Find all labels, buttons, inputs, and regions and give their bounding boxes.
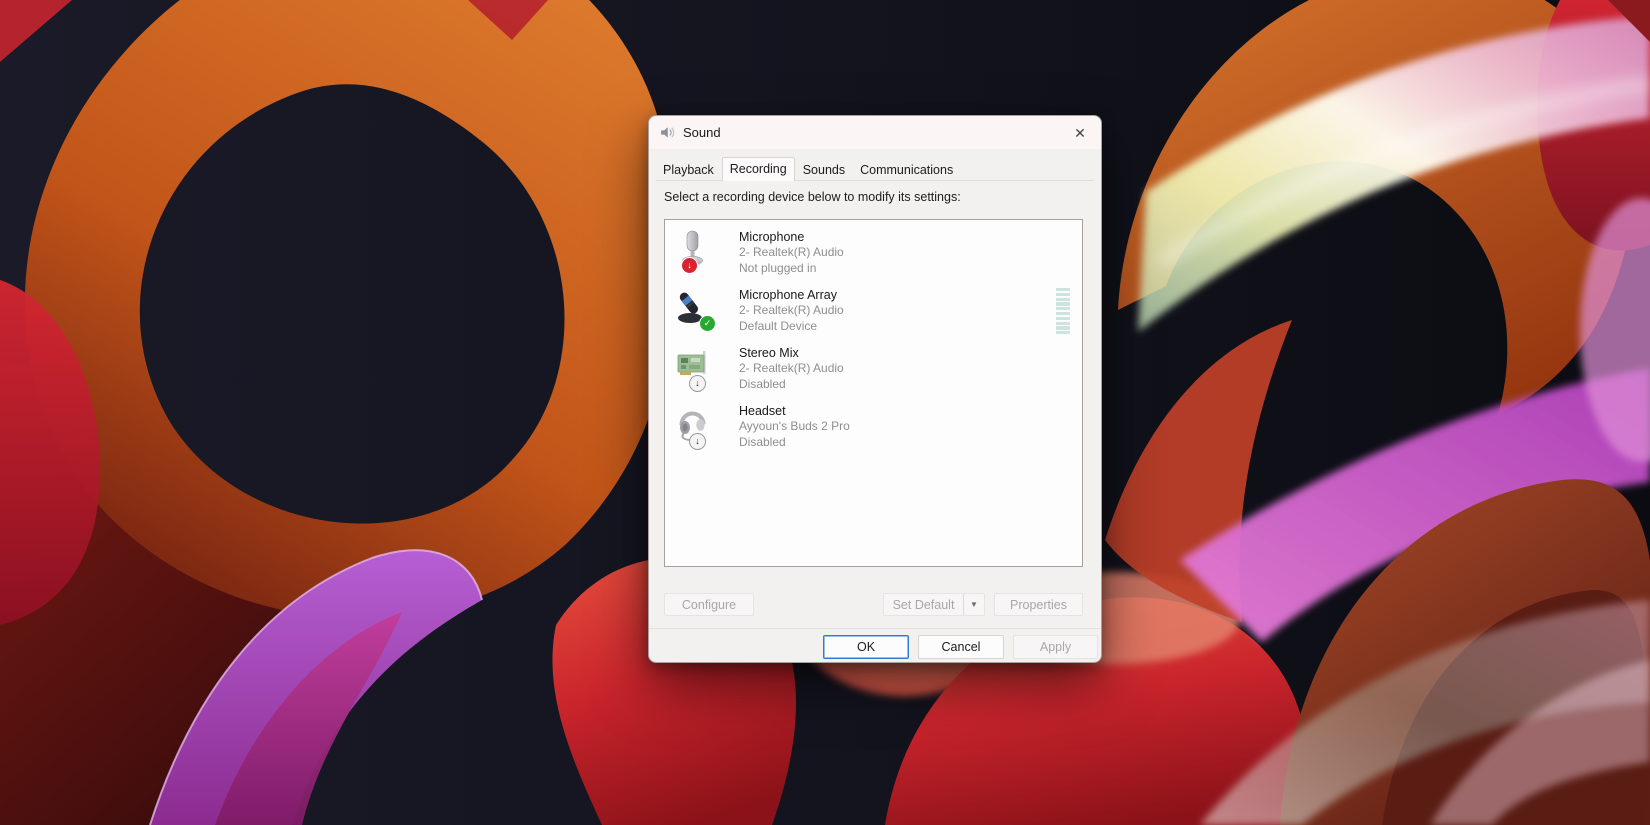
- properties-button[interactable]: Properties: [994, 593, 1083, 616]
- ok-button[interactable]: OK: [823, 635, 909, 659]
- close-button[interactable]: ✕: [1069, 122, 1091, 144]
- level-meter: [1056, 288, 1070, 337]
- footer-divider: [649, 628, 1101, 629]
- device-status-badge: ↓: [689, 433, 706, 450]
- device-status-badge: ↓: [689, 375, 706, 392]
- speaker-icon: [659, 124, 676, 141]
- device-row[interactable]: ↓ Microphone 2- Realtek(R) Audio Not plu…: [665, 225, 1082, 283]
- desktop: Sound ✕ Playback Recording Sounds Communica…: [0, 0, 1650, 825]
- titlebar[interactable]: Sound ✕: [649, 116, 1101, 149]
- sound-dialog: Sound ✕ Playback Recording Sounds Communica…: [648, 115, 1102, 663]
- device-status: Not plugged in: [739, 260, 817, 275]
- device-status: Disabled: [739, 434, 786, 449]
- device-name: Headset: [739, 404, 786, 418]
- device-name: Stereo Mix: [739, 346, 799, 360]
- set-default-button[interactable]: Set Default ▼: [883, 593, 985, 616]
- window-title: Sound: [683, 125, 721, 140]
- set-default-label: Set Default: [892, 597, 955, 612]
- device-description: 2- Realtek(R) Audio: [739, 303, 844, 317]
- device-status-badge: ✓: [699, 315, 716, 332]
- device-row[interactable]: ↓ Headset Ayyoun's Buds 2 Pro Disabled: [665, 399, 1082, 457]
- device-description: 2- Realtek(R) Audio: [739, 361, 844, 375]
- device-name: Microphone: [739, 230, 805, 244]
- tab-label: Communications: [860, 163, 954, 177]
- configure-button[interactable]: Configure: [664, 593, 754, 616]
- device-row[interactable]: ↓ Stereo Mix 2- Realtek(R) Audio Disable…: [665, 341, 1082, 399]
- tab-playback[interactable]: Playback: [656, 159, 721, 181]
- tab-label: Sounds: [802, 163, 846, 177]
- device-status: Default Device: [739, 318, 818, 333]
- device-description: 2- Realtek(R) Audio: [739, 245, 844, 259]
- device-name: Microphone Array: [739, 288, 837, 302]
- apply-button[interactable]: Apply: [1013, 635, 1098, 659]
- tab-communications[interactable]: Communications: [853, 159, 960, 181]
- device-row[interactable]: ✓ Microphone Array 2- Realtek(R) Audio D…: [665, 283, 1082, 341]
- device-description: Ayyoun's Buds 2 Pro: [739, 419, 850, 433]
- tab-sounds[interactable]: Sounds: [796, 159, 852, 181]
- device-status: Disabled: [739, 376, 786, 391]
- tabstrip: Playback Recording Sounds Communications: [656, 157, 1094, 181]
- tab-label: Recording: [729, 162, 787, 176]
- tab-label: Playback: [663, 163, 714, 177]
- cancel-button[interactable]: Cancel: [918, 635, 1004, 659]
- device-status-badge: ↓: [681, 257, 698, 274]
- recording-device-list[interactable]: ↓ Microphone 2- Realtek(R) Audio Not plu…: [664, 219, 1083, 567]
- tab-recording[interactable]: Recording: [721, 157, 795, 181]
- instruction-label: Select a recording device below to modif…: [664, 190, 961, 204]
- chevron-down-icon[interactable]: ▼: [964, 600, 984, 609]
